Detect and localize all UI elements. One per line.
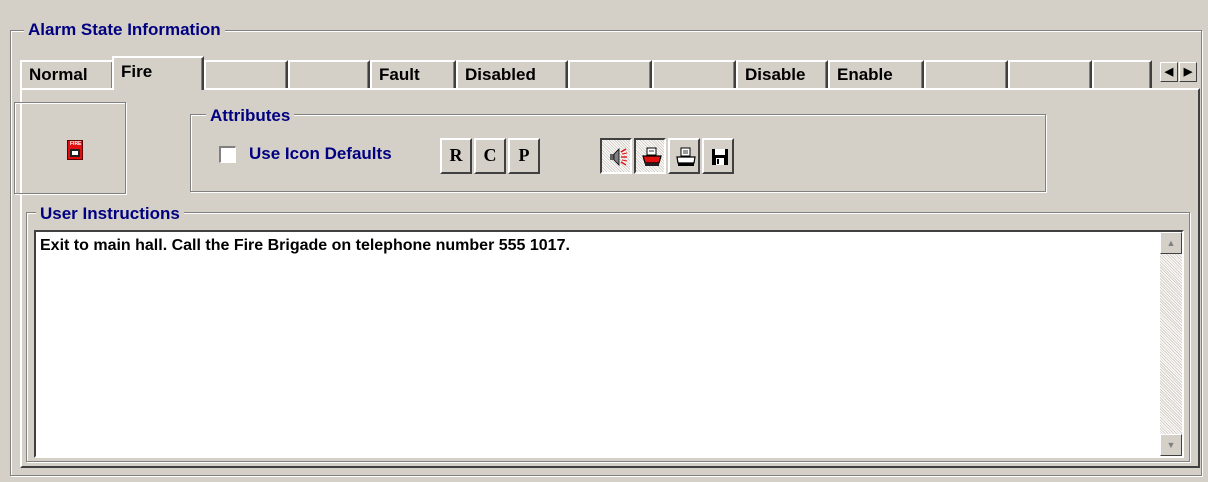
save-button[interactable] (702, 138, 734, 174)
tab-empty-7[interactable] (1092, 60, 1152, 88)
tab-empty-3[interactable] (568, 60, 652, 88)
tab-disable[interactable]: Disable (736, 60, 828, 88)
printer-color-icon (642, 147, 662, 166)
c-button[interactable]: C (474, 138, 506, 174)
tab-strip: Normal Fire Fault Disabled Disable Enabl… (20, 56, 1202, 90)
user-instructions-text: Exit to main hall. Call the Fire Brigade… (40, 237, 570, 254)
use-icon-defaults-label: Use Icon Defaults (249, 144, 392, 163)
vertical-scrollbar[interactable]: ▲ ▼ (1160, 232, 1182, 456)
tab-fire[interactable]: Fire (112, 56, 204, 90)
alarm-state-title: Alarm State Information (24, 20, 225, 40)
use-icon-defaults-checkbox[interactable] (219, 146, 236, 163)
tab-empty-2[interactable] (288, 60, 370, 88)
tab-normal[interactable]: Normal (20, 60, 114, 88)
floppy-disk-icon (712, 149, 728, 165)
tab-scroll-right-button[interactable]: ▶ (1179, 62, 1197, 82)
scroll-down-button[interactable]: ▼ (1160, 434, 1182, 456)
user-instructions-textarea[interactable]: Exit to main hall. Call the Fire Brigade… (34, 230, 1184, 458)
printer-icon (676, 147, 696, 166)
printer-color-button[interactable] (634, 138, 666, 174)
scroll-up-button[interactable]: ▲ (1160, 232, 1182, 254)
printer-button[interactable] (668, 138, 700, 174)
user-instructions-title: User Instructions (36, 204, 184, 224)
p-button[interactable]: P (508, 138, 540, 174)
tab-empty-6[interactable] (1008, 60, 1092, 88)
r-button[interactable]: R (440, 138, 472, 174)
tab-enable[interactable]: Enable (828, 60, 924, 88)
fire-alarm-icon: FIRE (67, 140, 83, 160)
siren-icon (610, 148, 628, 166)
tab-empty-4[interactable] (652, 60, 736, 88)
tab-fault[interactable]: Fault (370, 60, 456, 88)
tab-scroll-left-button[interactable]: ◀ (1160, 62, 1178, 82)
tab-empty-1[interactable] (204, 60, 288, 88)
attributes-title: Attributes (206, 106, 295, 126)
tab-empty-5[interactable] (924, 60, 1008, 88)
siren-button[interactable] (600, 138, 632, 174)
tab-disabled[interactable]: Disabled (456, 60, 568, 88)
